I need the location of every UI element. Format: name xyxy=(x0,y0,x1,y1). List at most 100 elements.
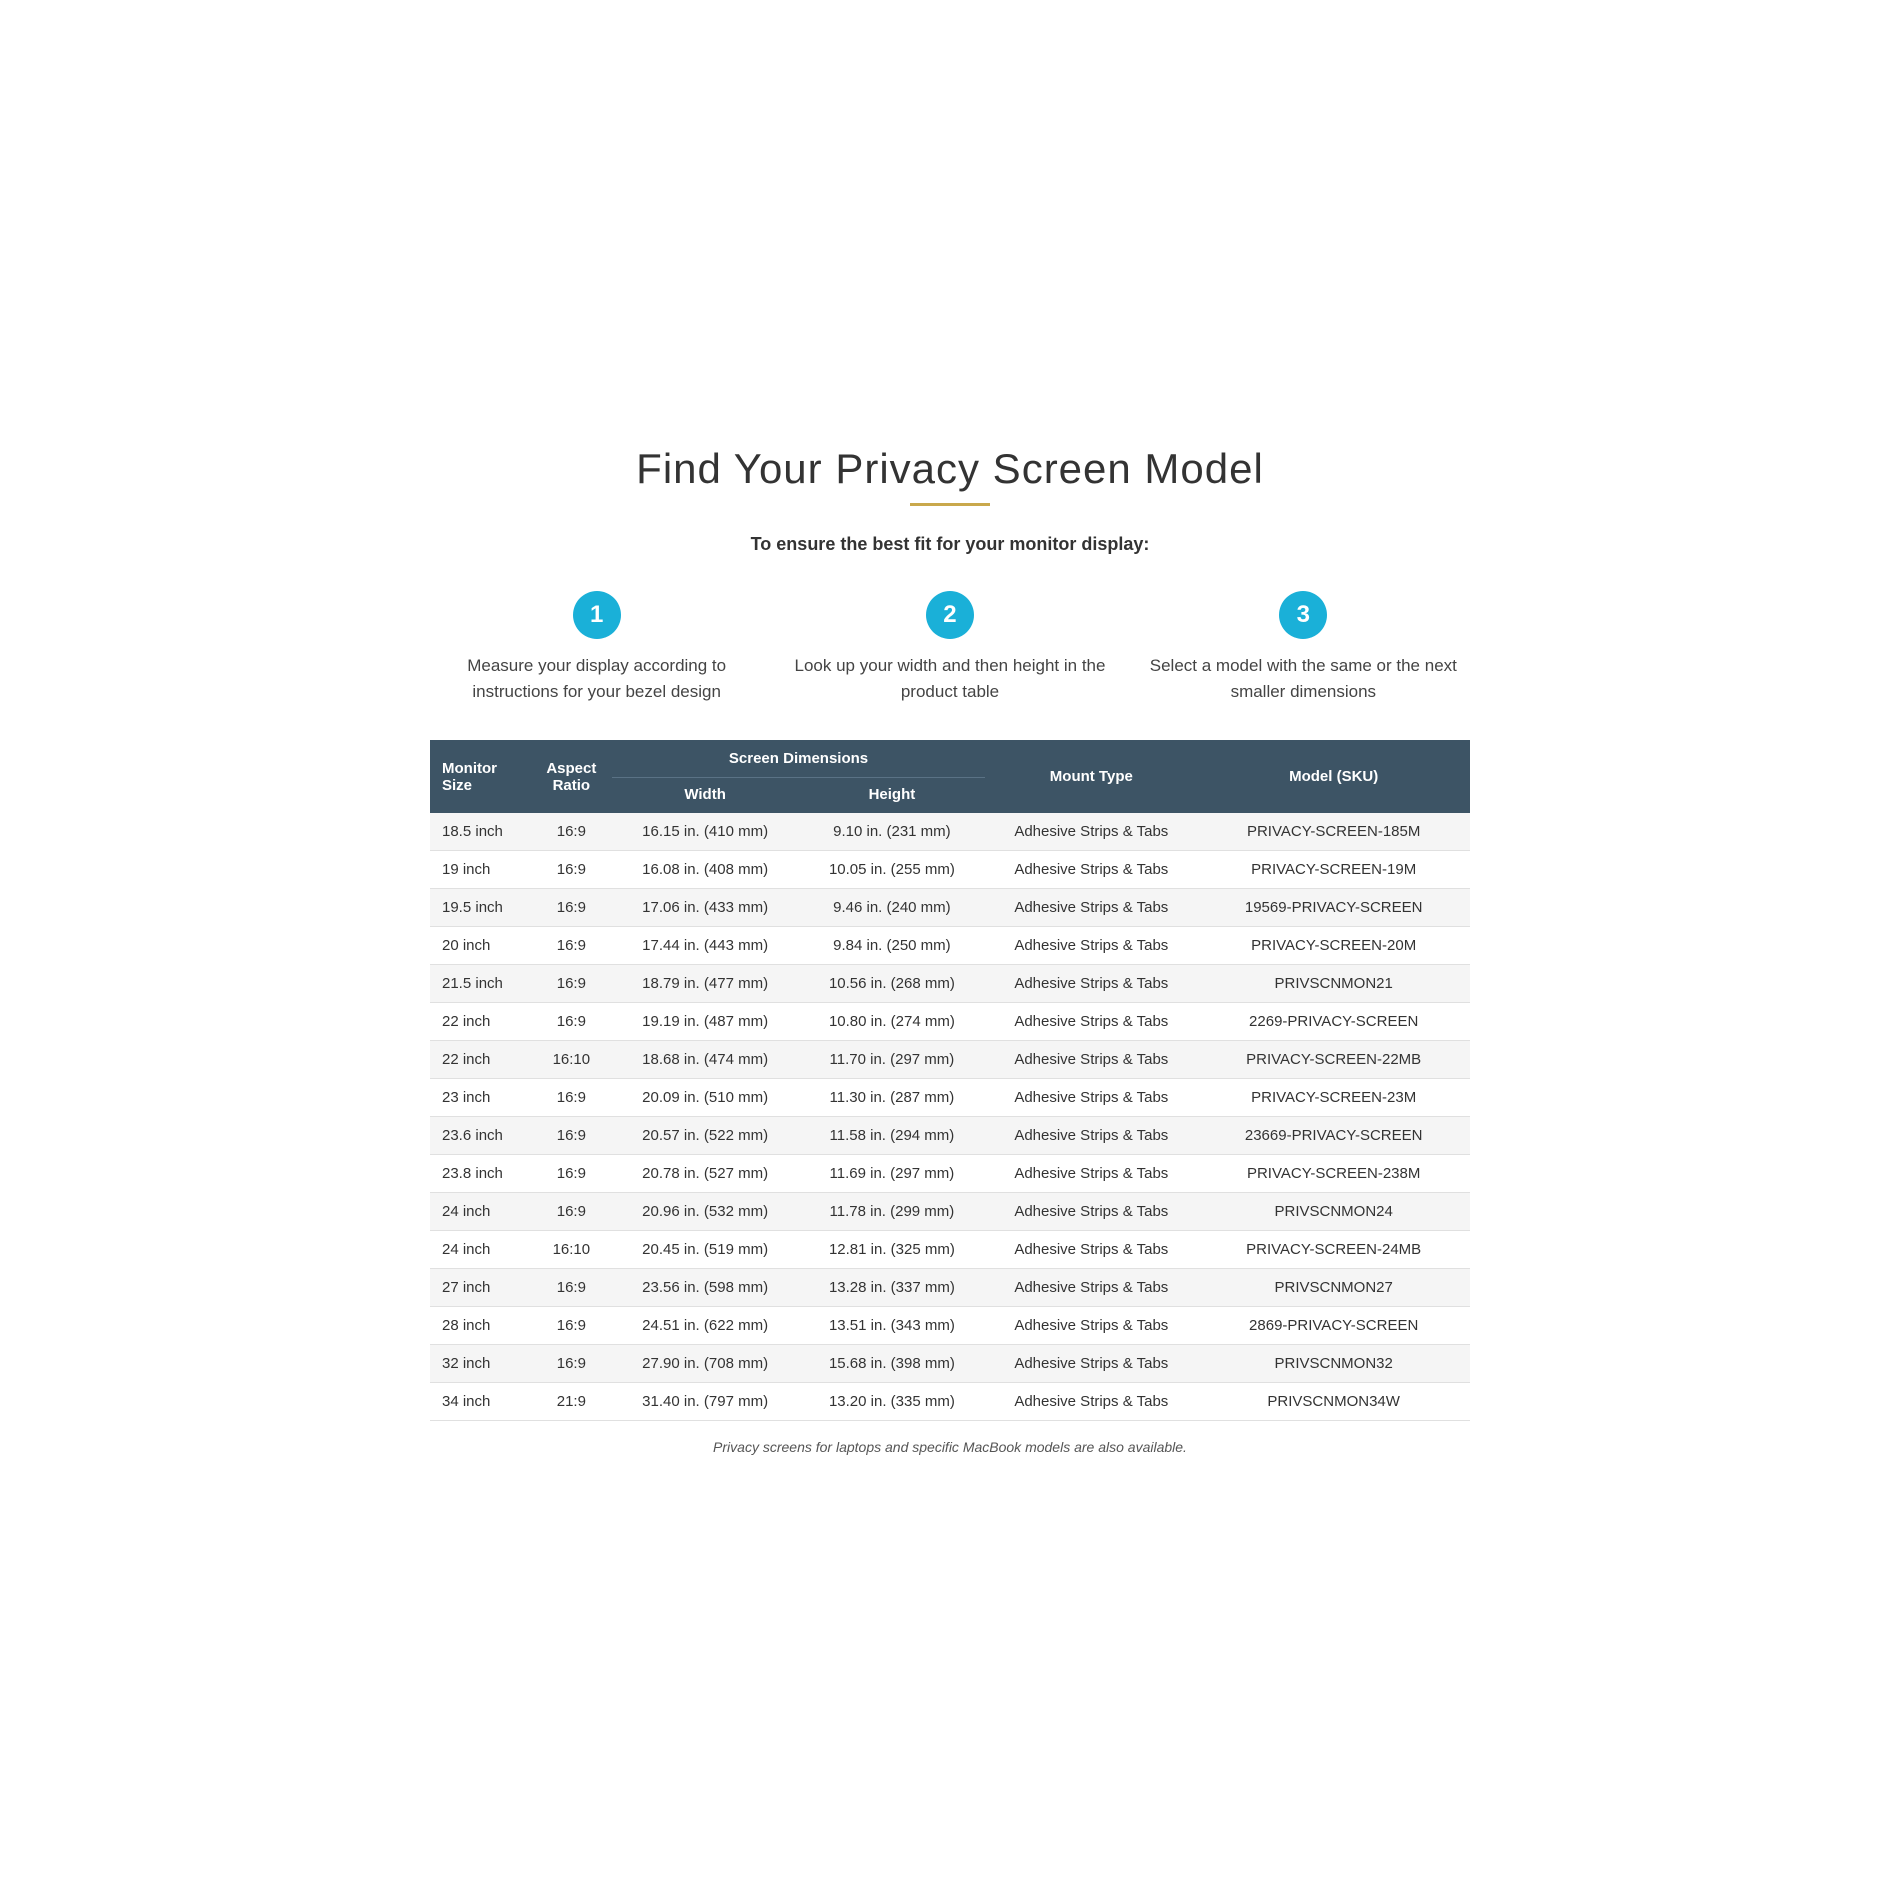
cell-height: 11.78 in. (299 mm) xyxy=(799,1193,986,1231)
cell-height: 12.81 in. (325 mm) xyxy=(799,1231,986,1269)
cell-width: 18.68 in. (474 mm) xyxy=(612,1041,799,1079)
cell-size: 19.5 inch xyxy=(430,889,531,927)
cell-size: 23.6 inch xyxy=(430,1117,531,1155)
cell-model: 2869-PRIVACY-SCREEN xyxy=(1197,1307,1470,1345)
cell-size: 34 inch xyxy=(430,1383,531,1421)
cell-size: 22 inch xyxy=(430,1003,531,1041)
cell-width: 17.06 in. (433 mm) xyxy=(612,889,799,927)
page-title: Find Your Privacy Screen Model xyxy=(430,445,1470,493)
cell-aspect: 16:9 xyxy=(531,1155,612,1193)
cell-mount: Adhesive Strips & Tabs xyxy=(985,965,1197,1003)
cell-mount: Adhesive Strips & Tabs xyxy=(985,1003,1197,1041)
cell-mount: Adhesive Strips & Tabs xyxy=(985,1231,1197,1269)
cell-height: 15.68 in. (398 mm) xyxy=(799,1345,986,1383)
table-row: 32 inch 16:9 27.90 in. (708 mm) 15.68 in… xyxy=(430,1345,1470,1383)
cell-size: 32 inch xyxy=(430,1345,531,1383)
table-row: 19.5 inch 16:9 17.06 in. (433 mm) 9.46 i… xyxy=(430,889,1470,927)
cell-width: 20.57 in. (522 mm) xyxy=(612,1117,799,1155)
cell-mount: Adhesive Strips & Tabs xyxy=(985,1307,1197,1345)
cell-mount: Adhesive Strips & Tabs xyxy=(985,813,1197,851)
cell-width: 24.51 in. (622 mm) xyxy=(612,1307,799,1345)
cell-model: PRIVACY-SCREEN-185M xyxy=(1197,813,1470,851)
cell-height: 13.28 in. (337 mm) xyxy=(799,1269,986,1307)
step-3: 3 Select a model with the same or the ne… xyxy=(1137,591,1470,704)
col-height: Height xyxy=(799,778,986,814)
cell-model: PRIVACY-SCREEN-23M xyxy=(1197,1079,1470,1117)
cell-aspect: 16:9 xyxy=(531,1269,612,1307)
cell-model: PRIVSCNMON21 xyxy=(1197,965,1470,1003)
cell-mount: Adhesive Strips & Tabs xyxy=(985,1117,1197,1155)
cell-height: 10.56 in. (268 mm) xyxy=(799,965,986,1003)
table-row: 34 inch 21:9 31.40 in. (797 mm) 13.20 in… xyxy=(430,1383,1470,1421)
cell-width: 20.09 in. (510 mm) xyxy=(612,1079,799,1117)
product-table: Monitor Size Aspect Ratio Screen Dimensi… xyxy=(430,740,1470,1421)
cell-height: 11.70 in. (297 mm) xyxy=(799,1041,986,1079)
cell-aspect: 21:9 xyxy=(531,1383,612,1421)
cell-aspect: 16:9 xyxy=(531,1003,612,1041)
cell-model: PRIVSCNMON27 xyxy=(1197,1269,1470,1307)
subtitle: To ensure the best fit for your monitor … xyxy=(430,534,1470,555)
cell-model: PRIVSCNMON24 xyxy=(1197,1193,1470,1231)
cell-model: PRIVSCNMON34W xyxy=(1197,1383,1470,1421)
step-1-text: Measure your display according to instru… xyxy=(430,653,763,704)
footer-note: Privacy screens for laptops and specific… xyxy=(430,1439,1470,1455)
table-row: 22 inch 16:10 18.68 in. (474 mm) 11.70 i… xyxy=(430,1041,1470,1079)
cell-size: 24 inch xyxy=(430,1231,531,1269)
cell-width: 20.96 in. (532 mm) xyxy=(612,1193,799,1231)
cell-model: PRIVSCNMON32 xyxy=(1197,1345,1470,1383)
cell-model: PRIVACY-SCREEN-24MB xyxy=(1197,1231,1470,1269)
cell-mount: Adhesive Strips & Tabs xyxy=(985,1269,1197,1307)
cell-aspect: 16:10 xyxy=(531,1231,612,1269)
table-row: 28 inch 16:9 24.51 in. (622 mm) 13.51 in… xyxy=(430,1307,1470,1345)
cell-mount: Adhesive Strips & Tabs xyxy=(985,889,1197,927)
col-width: Width xyxy=(612,778,799,814)
step-2-badge: 2 xyxy=(926,591,974,639)
step-1: 1 Measure your display according to inst… xyxy=(430,591,763,704)
cell-height: 9.46 in. (240 mm) xyxy=(799,889,986,927)
col-screen-dimensions: Screen Dimensions xyxy=(612,740,986,778)
cell-size: 27 inch xyxy=(430,1269,531,1307)
col-monitor-size: Monitor Size xyxy=(430,740,531,813)
cell-aspect: 16:9 xyxy=(531,965,612,1003)
cell-aspect: 16:9 xyxy=(531,1345,612,1383)
cell-width: 16.08 in. (408 mm) xyxy=(612,851,799,889)
cell-height: 13.51 in. (343 mm) xyxy=(799,1307,986,1345)
page-container: Find Your Privacy Screen Model To ensure… xyxy=(410,405,1490,1495)
cell-size: 18.5 inch xyxy=(430,813,531,851)
cell-aspect: 16:9 xyxy=(531,927,612,965)
cell-size: 21.5 inch xyxy=(430,965,531,1003)
cell-width: 23.56 in. (598 mm) xyxy=(612,1269,799,1307)
step-3-badge: 3 xyxy=(1279,591,1327,639)
cell-model: 2269-PRIVACY-SCREEN xyxy=(1197,1003,1470,1041)
table-row: 20 inch 16:9 17.44 in. (443 mm) 9.84 in.… xyxy=(430,927,1470,965)
cell-mount: Adhesive Strips & Tabs xyxy=(985,851,1197,889)
table-row: 24 inch 16:10 20.45 in. (519 mm) 12.81 i… xyxy=(430,1231,1470,1269)
table-row: 23.8 inch 16:9 20.78 in. (527 mm) 11.69 … xyxy=(430,1155,1470,1193)
cell-height: 9.10 in. (231 mm) xyxy=(799,813,986,851)
cell-width: 20.78 in. (527 mm) xyxy=(612,1155,799,1193)
cell-height: 10.80 in. (274 mm) xyxy=(799,1003,986,1041)
table-row: 23.6 inch 16:9 20.57 in. (522 mm) 11.58 … xyxy=(430,1117,1470,1155)
cell-width: 20.45 in. (519 mm) xyxy=(612,1231,799,1269)
cell-aspect: 16:9 xyxy=(531,1117,612,1155)
col-aspect-ratio: Aspect Ratio xyxy=(531,740,612,813)
cell-aspect: 16:9 xyxy=(531,1079,612,1117)
cell-size: 22 inch xyxy=(430,1041,531,1079)
cell-aspect: 16:9 xyxy=(531,889,612,927)
col-mount-type: Mount Type xyxy=(985,740,1197,813)
table-row: 27 inch 16:9 23.56 in. (598 mm) 13.28 in… xyxy=(430,1269,1470,1307)
cell-mount: Adhesive Strips & Tabs xyxy=(985,1155,1197,1193)
cell-height: 11.58 in. (294 mm) xyxy=(799,1117,986,1155)
cell-model: PRIVACY-SCREEN-238M xyxy=(1197,1155,1470,1193)
cell-model: PRIVACY-SCREEN-22MB xyxy=(1197,1041,1470,1079)
cell-aspect: 16:9 xyxy=(531,851,612,889)
cell-height: 11.69 in. (297 mm) xyxy=(799,1155,986,1193)
table-row: 19 inch 16:9 16.08 in. (408 mm) 10.05 in… xyxy=(430,851,1470,889)
table-row: 22 inch 16:9 19.19 in. (487 mm) 10.80 in… xyxy=(430,1003,1470,1041)
cell-width: 16.15 in. (410 mm) xyxy=(612,813,799,851)
table-row: 21.5 inch 16:9 18.79 in. (477 mm) 10.56 … xyxy=(430,965,1470,1003)
cell-size: 28 inch xyxy=(430,1307,531,1345)
table-row: 23 inch 16:9 20.09 in. (510 mm) 11.30 in… xyxy=(430,1079,1470,1117)
table-header-top: Monitor Size Aspect Ratio Screen Dimensi… xyxy=(430,740,1470,778)
cell-aspect: 16:9 xyxy=(531,813,612,851)
